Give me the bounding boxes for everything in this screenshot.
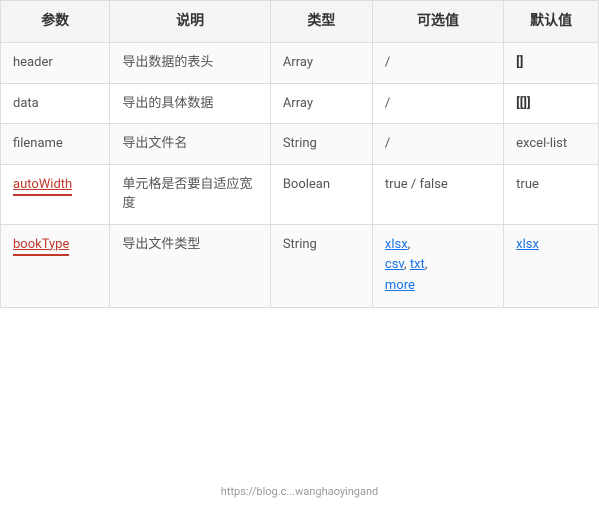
param-cell: autoWidth bbox=[1, 164, 110, 224]
watermark-text: https://blog.c...wanghaoyingand bbox=[221, 485, 378, 498]
table-row: data 导出的具体数据 Array / [[]] bbox=[1, 83, 599, 124]
xlsx-link[interactable]: xlsx bbox=[385, 237, 408, 252]
type-cell: String bbox=[270, 224, 372, 307]
desc-cell: 导出文件类型 bbox=[110, 224, 270, 307]
table-row: header 导出数据的表头 Array / [] bbox=[1, 43, 599, 84]
param-cell: bookType bbox=[1, 224, 110, 307]
params-table: 参数 说明 类型 可选值 默认值 header 导出数据的表头 Array / … bbox=[0, 0, 599, 308]
table-row: filename 导出文件名 String / excel-list bbox=[1, 124, 599, 165]
options-cell: true / false bbox=[372, 164, 503, 224]
autowidth-link[interactable]: autoWidth bbox=[13, 175, 72, 197]
type-cell: Array bbox=[270, 83, 372, 124]
table-row: autoWidth 单元格是否要自适应宽度 Boolean true / fal… bbox=[1, 164, 599, 224]
options-cell: / bbox=[372, 124, 503, 165]
options-cell: xlsx, csv, txt, more bbox=[372, 224, 503, 307]
param-cell: filename bbox=[1, 124, 110, 165]
col-header-param: 参数 bbox=[1, 1, 110, 43]
options-cell: / bbox=[372, 83, 503, 124]
booktype-link[interactable]: bookType bbox=[13, 235, 69, 257]
default-cell: xlsx bbox=[504, 224, 599, 307]
type-cell: Boolean bbox=[270, 164, 372, 224]
desc-cell: 导出文件名 bbox=[110, 124, 270, 165]
desc-cell: 单元格是否要自适应宽度 bbox=[110, 164, 270, 224]
default-cell: true bbox=[504, 164, 599, 224]
default-cell: excel-list bbox=[504, 124, 599, 165]
default-cell: [[]] bbox=[504, 83, 599, 124]
table-row: bookType 导出文件类型 String xlsx, csv, txt, m… bbox=[1, 224, 599, 307]
type-cell: Array bbox=[270, 43, 372, 84]
param-cell: data bbox=[1, 83, 110, 124]
desc-cell: 导出数据的表头 bbox=[110, 43, 270, 84]
table-header-row: 参数 说明 类型 可选值 默认值 bbox=[1, 1, 599, 43]
default-xlsx-link[interactable]: xlsx bbox=[516, 237, 539, 252]
more-link[interactable]: more bbox=[385, 278, 415, 293]
default-cell: [] bbox=[504, 43, 599, 84]
desc-cell: 导出的具体数据 bbox=[110, 83, 270, 124]
params-table-wrapper: 参数 说明 类型 可选值 默认值 header 导出数据的表头 Array / … bbox=[0, 0, 599, 308]
default-value: [] bbox=[516, 55, 523, 70]
col-header-default: 默认值 bbox=[504, 1, 599, 43]
type-cell: String bbox=[270, 124, 372, 165]
csv-link[interactable]: csv bbox=[385, 257, 404, 272]
col-header-desc: 说明 bbox=[110, 1, 270, 43]
txt-link[interactable]: txt bbox=[410, 257, 425, 272]
col-header-options: 可选值 bbox=[372, 1, 503, 43]
option-xlsx: xlsx, bbox=[385, 237, 410, 252]
col-header-type: 类型 bbox=[270, 1, 372, 43]
default-value: [[]] bbox=[516, 96, 530, 111]
options-list: xlsx, csv, txt, more bbox=[385, 235, 491, 297]
param-cell: header bbox=[1, 43, 110, 84]
option-csv: csv, txt, bbox=[385, 257, 427, 272]
options-cell: / bbox=[372, 43, 503, 84]
